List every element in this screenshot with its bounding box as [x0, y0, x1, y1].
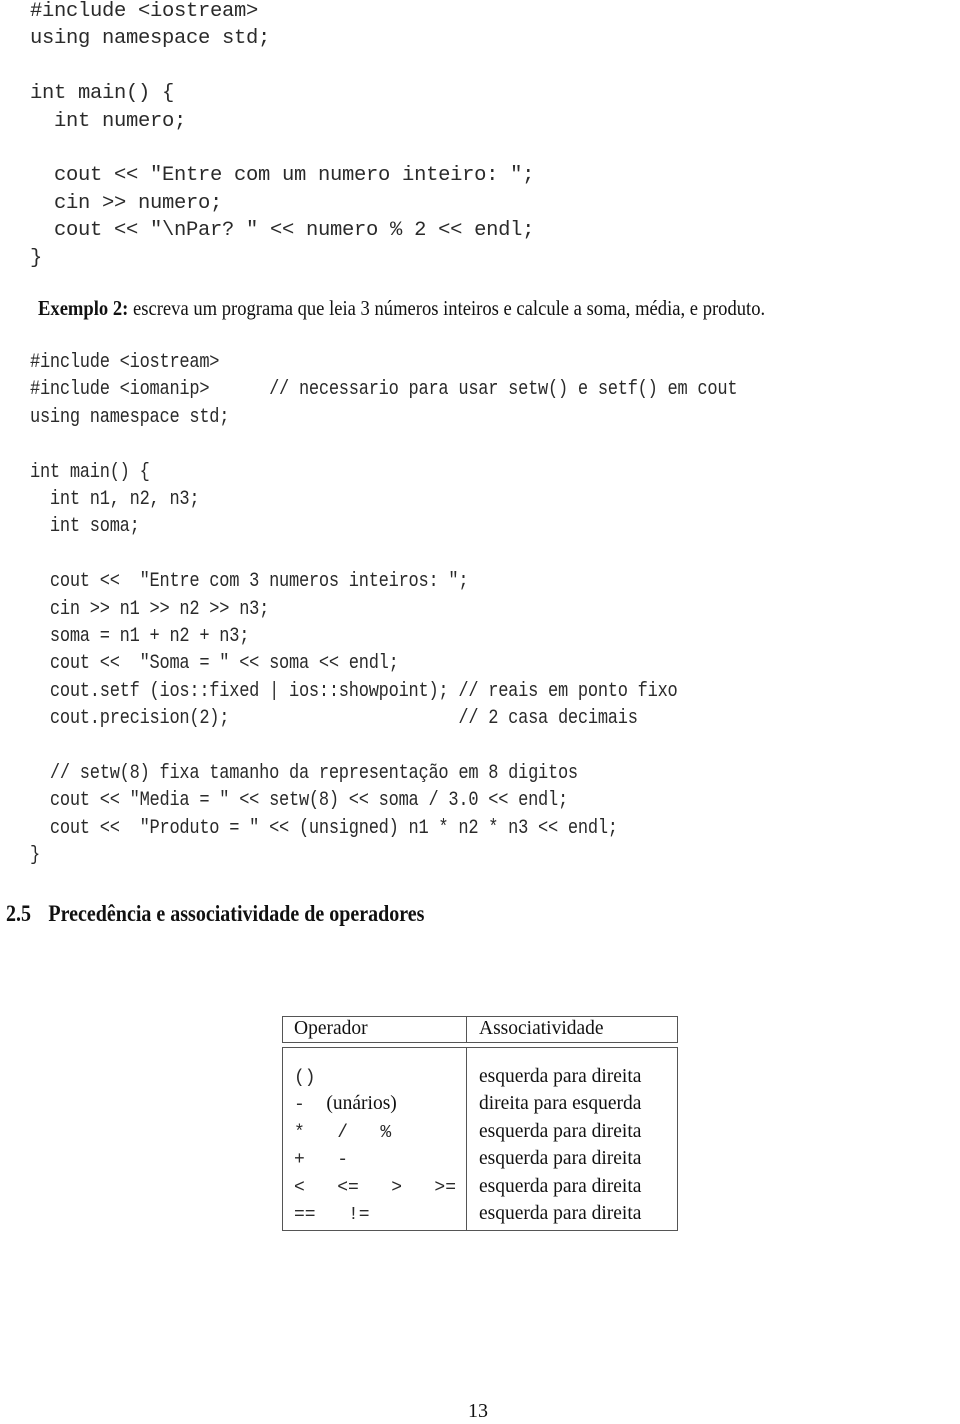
operator-precedence-table: Operador Associatividade () - (unários) … [282, 1016, 678, 1231]
operator-cell: () [294, 1063, 466, 1090]
associativity-cell: esquerda para direita [479, 1066, 642, 1087]
associativity-cell: esquerda para direita [479, 1148, 642, 1170]
operator-cell: == != [294, 1200, 466, 1227]
code-line: cin >> numero; [30, 191, 223, 215]
operator-cell: < <= > >= [294, 1173, 466, 1200]
code-line: } [30, 844, 40, 868]
header-associativity: Associatividade [479, 1018, 604, 1039]
code-block-example-1: #include <iostream> using namespace std; i… [30, 0, 534, 272]
code-line: cin >> n1 >> n2 >> n3; [30, 597, 270, 621]
code-line: cout << "Media = " << setw(8) << soma / … [30, 789, 568, 813]
code-line: #include <iomanip> // necessario para us… [30, 378, 738, 402]
operator-note: (unários) [326, 1093, 397, 1115]
section-number: 2.5 [6, 901, 32, 926]
code-line: cout << "Entre com 3 numeros inteiros: "… [30, 570, 469, 594]
operator-column: () - (unários) * / % + - < <= > >= == != [283, 1048, 467, 1230]
code-line: using namespace std; [30, 27, 271, 51]
code-line: cout << "Soma = " << soma << endl; [30, 652, 399, 676]
code-line: soma = n1 + n2 + n3; [30, 624, 250, 648]
code-line: int main() { [30, 460, 150, 484]
header-operator: Operador [283, 1017, 467, 1042]
section-title: Precedência e associatividade de operado… [48, 901, 425, 926]
table-body: () - (unários) * / % + - < <= > >= == !=… [282, 1047, 678, 1231]
page-number: 13 [468, 1400, 488, 1422]
code-line: int main() { [30, 82, 175, 106]
code-line: // setw(8) fixa tamanho da representação… [30, 761, 578, 785]
table-header-row: Operador Associatividade [282, 1016, 678, 1043]
operator-symbols: == != [294, 1204, 370, 1225]
code-line: int n1, n2, n3; [30, 487, 200, 511]
code-line: using namespace std; [30, 405, 230, 429]
example-2-label: Exemplo 2: [38, 296, 129, 320]
code-line: cout << "\nPar? " << numero % 2 << endl; [30, 219, 535, 243]
operator-symbols: < <= > >= [294, 1177, 457, 1198]
example-2-description: escreva um programa que leia 3 números i… [128, 296, 766, 320]
operator-symbols: + - [294, 1150, 349, 1171]
section-heading: 2.5 Precedência e associatividade de oper… [6, 901, 424, 927]
code-line: int numero; [30, 109, 187, 133]
operator-symbols: - [294, 1095, 327, 1116]
associativity-cell: esquerda para direita [479, 1202, 642, 1224]
code-block-example-2: #include <iostream> #include <iomanip> //… [30, 349, 738, 869]
code-line: cout.setf (ios::fixed | ios::showpoint);… [30, 679, 678, 703]
operator-symbols: () [294, 1068, 316, 1088]
code-line: cout << "Entre com um numero inteiro: "; [30, 164, 535, 188]
code-line: #include <iostream> [30, 0, 259, 23]
code-line: cout << "Produto = " << (unsigned) n1 * … [30, 816, 618, 840]
associativity-column: esquerda para direita direita para esque… [467, 1048, 677, 1230]
associativity-cell: direita para esquerda [479, 1093, 642, 1115]
example-2-paragraph: Exemplo 2: escreva um programa que leia … [38, 296, 765, 321]
operator-cell: * / % [294, 1118, 466, 1145]
code-line: int soma; [30, 515, 140, 539]
associativity-cell: esquerda para direita [479, 1175, 642, 1197]
code-line: #include <iostream> [30, 351, 220, 374]
code-line: } [30, 246, 43, 270]
operator-cell: + - [294, 1145, 466, 1172]
operator-symbols: * / % [294, 1122, 392, 1143]
operator-cell: - (unários) [294, 1090, 466, 1117]
code-line: cout.precision(2); // 2 casa decimais [30, 707, 638, 731]
associativity-cell: esquerda para direita [479, 1120, 642, 1142]
